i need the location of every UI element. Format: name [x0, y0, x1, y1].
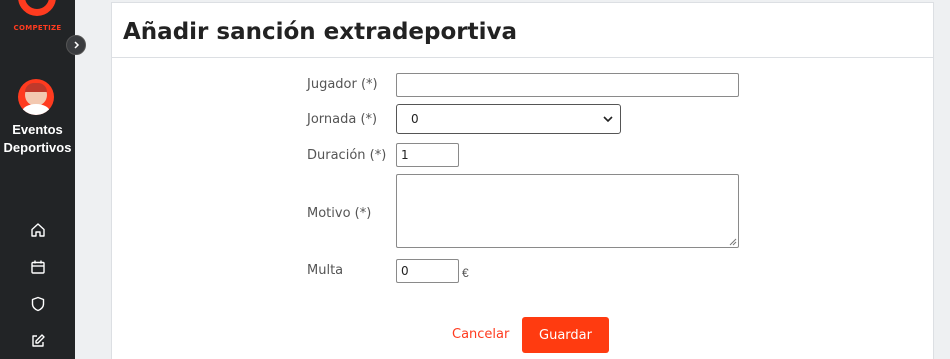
currency-unit: €: [462, 266, 469, 280]
fine-label: Multa: [307, 263, 344, 278]
organization-name: Eventos Deportivos: [0, 121, 75, 157]
home-icon[interactable]: [28, 220, 48, 240]
avatar-hair: [25, 83, 47, 92]
sanction-form-card: Añadir sanción extradeportiva Jugador (*…: [111, 2, 934, 359]
card-header: Añadir sanción extradeportiva: [112, 3, 933, 58]
avatar[interactable]: [18, 79, 54, 115]
duration-label: Duración (*): [307, 148, 387, 163]
competize-logo[interactable]: COMPETIZE: [0, 0, 75, 40]
resize-handle-icon[interactable]: [729, 238, 737, 246]
round-select[interactable]: 0: [396, 104, 621, 134]
logo-mark: [18, 0, 56, 16]
organization-name-line2: Deportivos: [3, 140, 72, 155]
player-label: Jugador (*): [307, 77, 378, 92]
round-select-value: 0: [411, 112, 419, 126]
chevron-right-icon: [74, 41, 80, 49]
duration-input[interactable]: 1: [396, 143, 459, 167]
edit-icon[interactable]: [28, 331, 48, 351]
cancel-button[interactable]: Cancelar: [452, 327, 509, 342]
fine-input[interactable]: 0: [396, 259, 459, 283]
page-title: Añadir sanción extradeportiva: [123, 19, 518, 45]
player-input[interactable]: [396, 73, 739, 97]
calendar-icon[interactable]: [28, 257, 48, 277]
reason-textarea[interactable]: [396, 174, 739, 248]
organization-name-line1: Eventos: [12, 122, 63, 137]
avatar-body: [22, 104, 50, 115]
sidebar: COMPETIZE Eventos Deportivos: [0, 0, 75, 359]
sidebar-collapse-button[interactable]: [66, 35, 86, 55]
shield-icon[interactable]: [28, 294, 48, 314]
logo-text: COMPETIZE: [13, 24, 62, 32]
chevron-down-icon: [603, 116, 613, 123]
round-label: Jornada (*): [307, 112, 378, 127]
reason-label: Motivo (*): [307, 206, 372, 221]
save-button[interactable]: Guardar: [522, 317, 609, 353]
